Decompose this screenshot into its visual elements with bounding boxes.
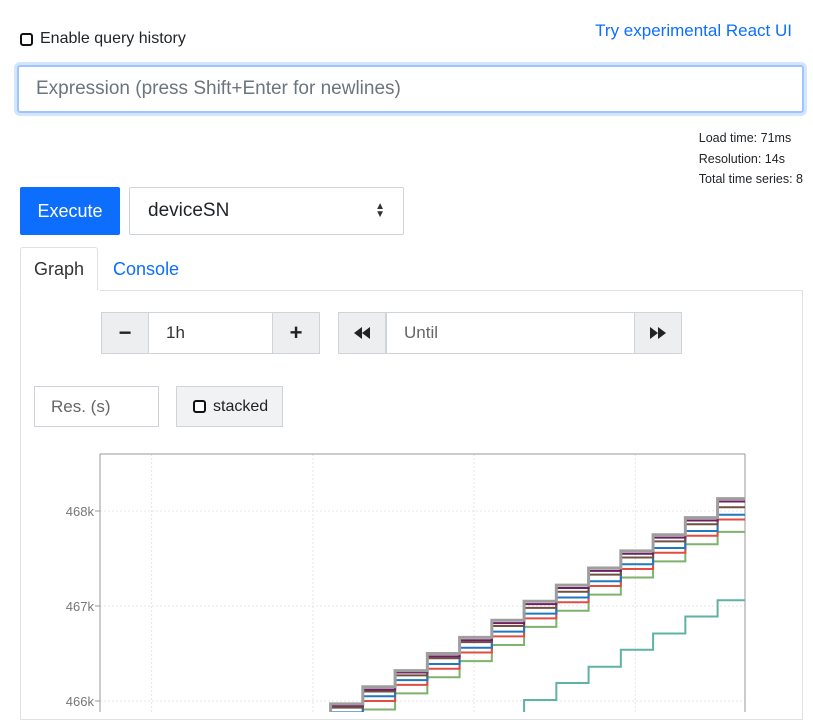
execute-button[interactable]: Execute: [20, 187, 120, 235]
series-line: [329, 513, 745, 712]
range-decrease-button[interactable]: −: [101, 312, 149, 354]
metric-select[interactable]: deviceSN ▲ ▼: [129, 187, 404, 235]
expression-input[interactable]: [17, 65, 804, 113]
range-increase-button[interactable]: +: [272, 312, 320, 354]
y-tick-label: 468k: [66, 504, 95, 519]
query-history-checkbox[interactable]: [20, 32, 33, 46]
query-history-label: Enable query history: [40, 30, 186, 47]
stacked-label: stacked: [213, 397, 269, 415]
tab-console-label: Console: [113, 258, 180, 279]
time-series-graph: 468k 467k 466k: [66, 453, 746, 712]
double-right-arrow-icon: [650, 327, 666, 339]
double-left-arrow-icon: [354, 327, 370, 339]
resolution-input[interactable]: [34, 386, 159, 427]
query-history-toggle[interactable]: Enable query history: [20, 30, 186, 48]
y-tick-label: 467k: [66, 599, 95, 614]
tab-joint: [21, 290, 100, 292]
resolution: Resolution: 14s: [698, 151, 785, 166]
tab-graph[interactable]: Graph: [20, 247, 99, 291]
tab-graph-label: Graph: [34, 258, 85, 279]
tab-console[interactable]: Console: [98, 247, 192, 291]
stacked-checkbox: [193, 400, 206, 413]
time-back-button[interactable]: [338, 312, 386, 354]
until-input[interactable]: [386, 312, 636, 354]
series-line: [329, 500, 745, 712]
series-line: [361, 530, 745, 712]
select-caret-icon: ▲ ▼: [375, 201, 385, 220]
metric-select-value: deviceSN: [148, 200, 230, 221]
y-tick-label: 466k: [66, 694, 95, 709]
stacked-toggle-button[interactable]: stacked: [176, 386, 283, 427]
total-time-series: Total time series: 8: [698, 172, 803, 186]
react-ui-link[interactable]: Try experimental React UI: [595, 21, 792, 41]
series-line: [523, 599, 745, 712]
series-line: [329, 497, 745, 712]
time-forward-button[interactable]: [634, 312, 682, 354]
query-stats: Load time: 71ms Resolution: 14s Total ti…: [699, 128, 803, 190]
tab-bar: Graph Console: [20, 247, 192, 291]
load-time: Load time: 71ms: [698, 131, 792, 145]
range-input[interactable]: [148, 312, 273, 354]
